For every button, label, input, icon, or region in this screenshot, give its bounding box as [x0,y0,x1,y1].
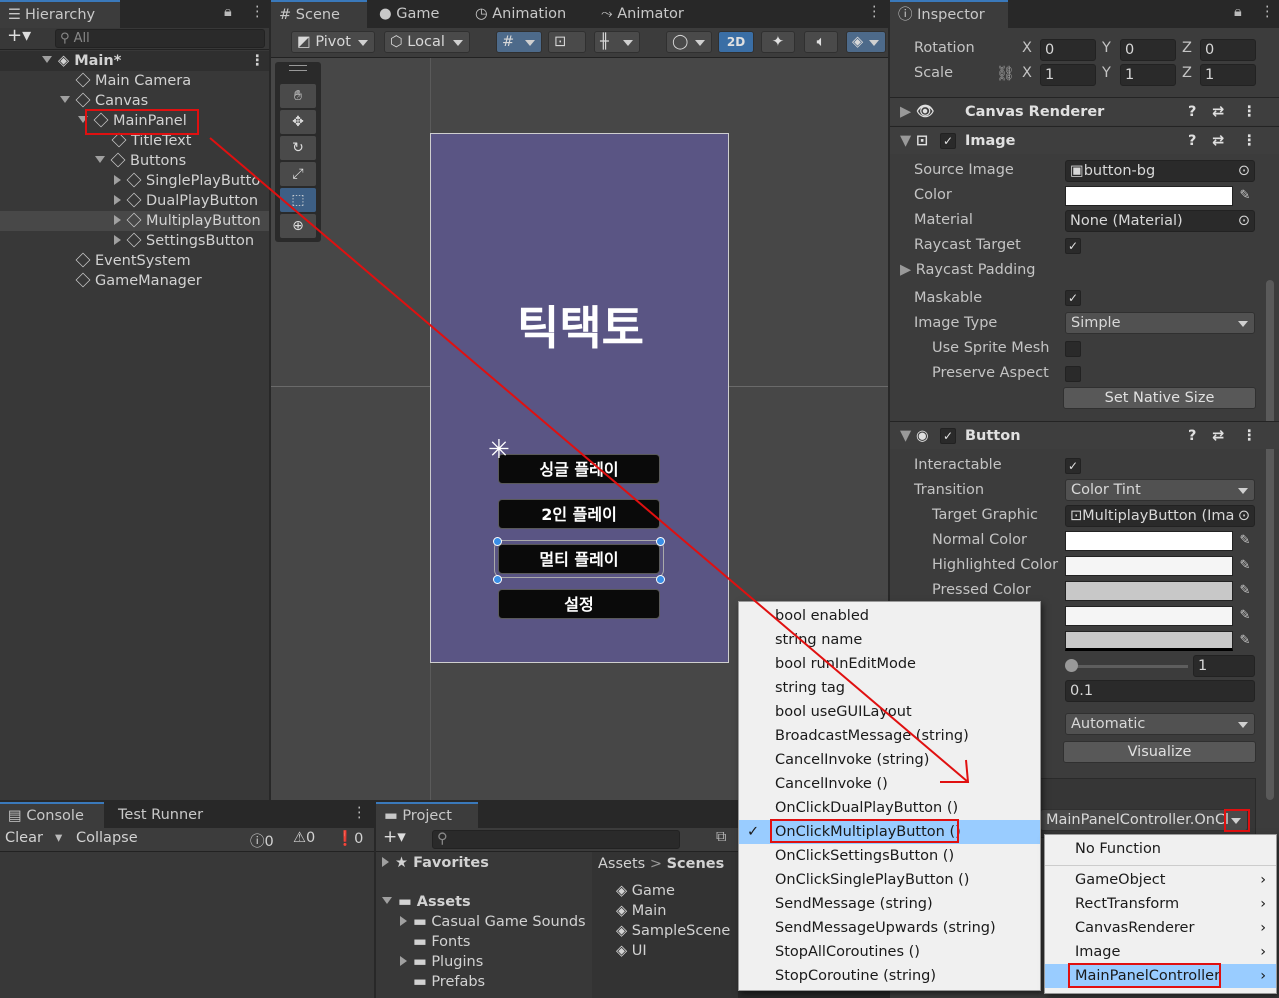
annotation-arrow [209,137,970,783]
annotation-arrow-line [209,137,969,783]
